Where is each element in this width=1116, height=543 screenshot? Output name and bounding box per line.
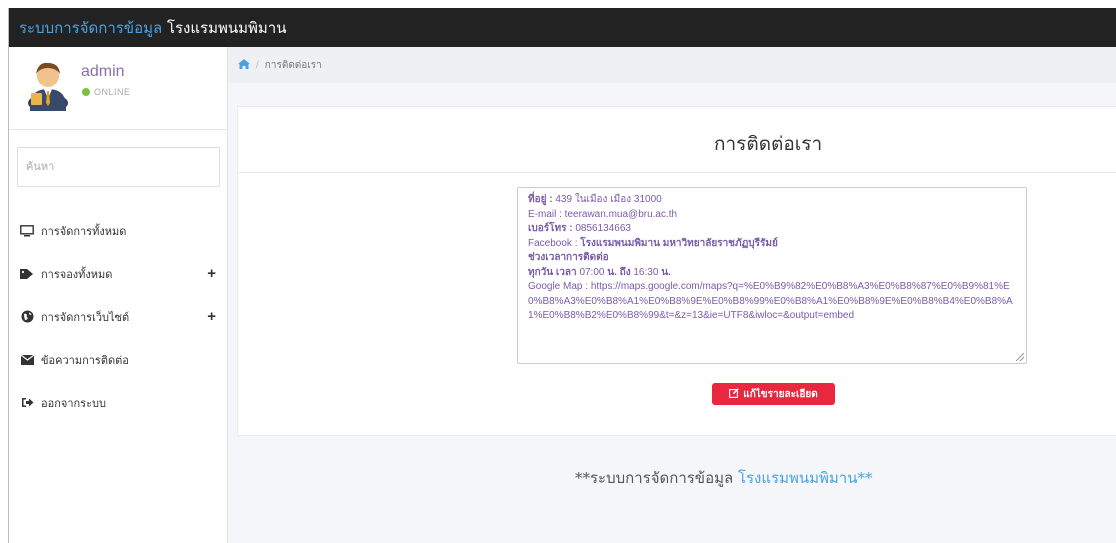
- page-title: การติดต่อเรา: [714, 133, 823, 155]
- brand-part2: โรงแรมพนมพิมาน: [166, 18, 287, 37]
- sidebar-item-messages[interactable]: ข้อความการติดต่อ: [9, 338, 228, 381]
- envelope-icon: [19, 353, 35, 367]
- user-status: ONLINE: [82, 87, 131, 97]
- user-name: admin: [81, 63, 125, 80]
- edit-icon: [729, 387, 739, 401]
- brand-title[interactable]: ระบบการจัดการข้อมูล โรงแรมพนมพิมาน: [19, 16, 286, 40]
- search-input[interactable]: ค้นหา: [17, 147, 220, 187]
- top-navbar: ระบบการจัดการข้อมูล โรงแรมพนมพิมาน: [9, 8, 1116, 47]
- footer-text: **ระบบการจัดการข้อมูล โรงแรมพนมพิมาน**: [575, 466, 872, 490]
- breadcrumb-current: การติดต่อเรา: [264, 59, 322, 71]
- contact-card: การติดต่อเรา ที่อยู่ : 439 ในเมือง เมือง…: [237, 106, 1116, 436]
- globe-icon: [19, 310, 35, 324]
- search-placeholder: ค้นหา: [26, 161, 55, 173]
- breadcrumb-separator: /: [256, 59, 259, 71]
- expand-plus-icon[interactable]: +: [207, 265, 216, 282]
- sign-out-icon: [19, 396, 35, 410]
- online-dot-icon: [82, 88, 90, 96]
- user-status-label: ONLINE: [94, 87, 131, 97]
- hours-heading: ช่วงเวลาการติดต่อ: [528, 252, 609, 263]
- home-icon[interactable]: [238, 58, 250, 72]
- phone-line: เบอร์โทร : 0856134663: [528, 223, 631, 234]
- sidebar-item-website[interactable]: การจัดการเว็บไซต์ +: [9, 295, 228, 338]
- tag-icon: [19, 267, 35, 281]
- email-line: E-mail : teerawan.mua@bru.ac.th: [528, 208, 678, 220]
- monitor-icon: [19, 224, 35, 238]
- footer-prefix: **ระบบการจัดการข้อมูล: [575, 469, 734, 487]
- sidebar-item-label: การจัดการเว็บไซต์: [41, 311, 130, 324]
- resize-handle-icon[interactable]: [1016, 353, 1024, 361]
- address-line: ที่อยู่ : 439 ในเมือง เมือง 31000: [528, 194, 662, 205]
- map-line: Google Map : https://maps.google.com/map…: [528, 281, 1013, 321]
- facebook-line: Facebook : โรงแรมพนมพิมาน มหาวิทยาลัยราช…: [528, 237, 778, 249]
- breadcrumb: / การติดต่อเรา: [228, 47, 1116, 83]
- edit-button-label: แก้ไขรายละเอียด: [743, 388, 818, 400]
- sidebar-item-label: การจัดการทั้งหมด: [41, 225, 127, 238]
- expand-plus-icon[interactable]: +: [207, 308, 216, 325]
- user-panel: admin ONLINE: [9, 47, 227, 130]
- sidebar-item-label: การจองทั้งหมด: [41, 268, 113, 281]
- sidebar-item-logout[interactable]: ออกจากระบบ: [9, 381, 228, 424]
- edit-details-button[interactable]: แก้ไขรายละเอียด: [712, 383, 835, 405]
- sidebar-item-label: ออกจากระบบ: [41, 397, 106, 410]
- app-frame: ระบบการจัดการข้อมูล โรงแรมพนมพิมาน admin…: [8, 8, 1116, 543]
- contact-textarea[interactable]: ที่อยู่ : 439 ในเมือง เมือง 31000 E-mail…: [517, 187, 1027, 364]
- avatar: [28, 62, 68, 111]
- sidebar: admin ONLINE ค้นหา การจัดการทั้งหมด การจ…: [9, 47, 228, 543]
- sidebar-item-all-management[interactable]: การจัดการทั้งหมด: [9, 209, 228, 252]
- sidebar-item-bookings[interactable]: การจองทั้งหมด +: [9, 252, 228, 295]
- sidebar-item-label: ข้อความการติดต่อ: [41, 354, 129, 367]
- hours-line: ทุกวัน เวลา 07:00 น. ถึง 16:30 น.: [528, 266, 671, 278]
- footer-highlight: โรงแรมพนมพิมาน**: [737, 469, 873, 487]
- card-header: การติดต่อเรา: [238, 107, 1116, 173]
- sidebar-menu: การจัดการทั้งหมด การจองทั้งหมด + การจัดก…: [9, 209, 228, 424]
- brand-part1: ระบบการจัดการข้อมูล: [19, 18, 163, 37]
